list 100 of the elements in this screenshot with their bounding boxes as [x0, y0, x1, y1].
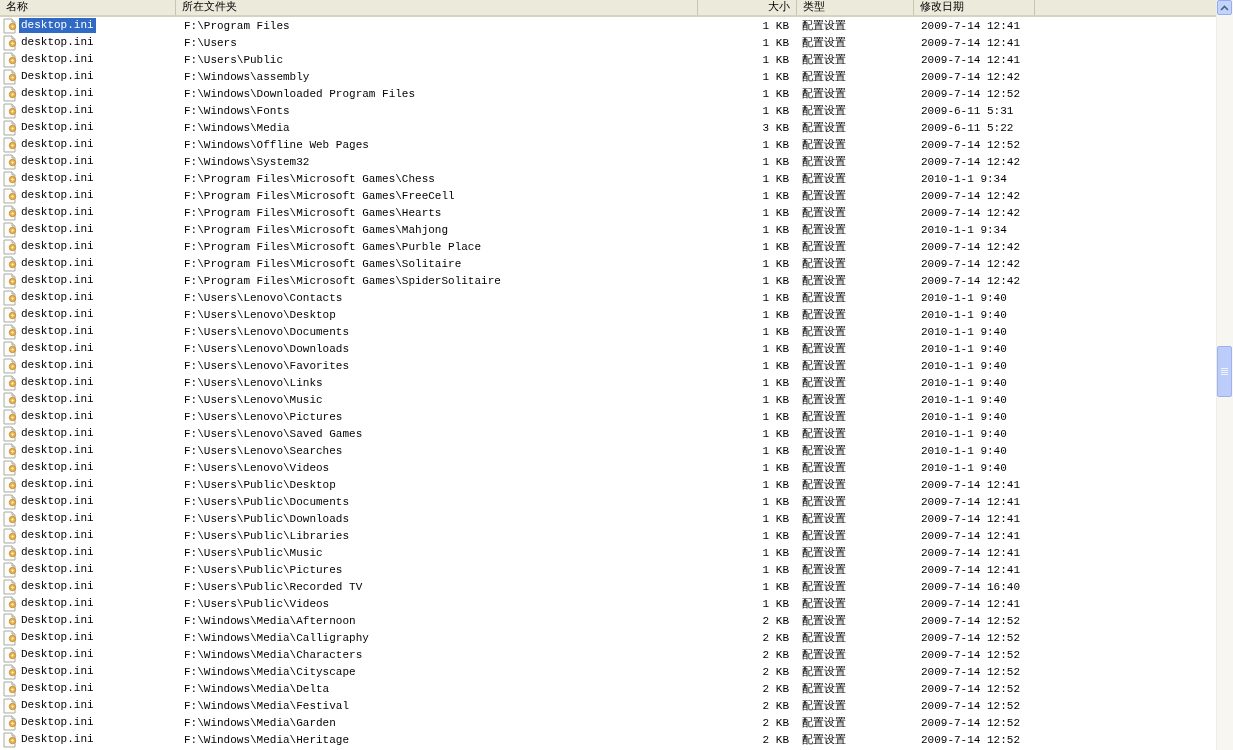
modified-date: 2010-1-1 9:40	[920, 444, 1008, 457]
column-header[interactable]: 大小	[698, 0, 797, 15]
folder-path: F:\Windows\Fonts	[183, 104, 291, 117]
scroll-up-button[interactable]	[1217, 0, 1232, 15]
file-type: 配置设置	[801, 596, 847, 611]
file-size: 1 KB	[761, 359, 790, 372]
folder-path: F:\Users\Lenovo\Searches	[183, 444, 344, 457]
column-header[interactable]: 名称	[0, 0, 176, 15]
folder-path: F:\Windows\assembly	[183, 70, 311, 83]
file-size: 1 KB	[761, 206, 790, 219]
file-name[interactable]: Desktop.ini	[19, 69, 96, 84]
file-name[interactable]: desktop.ini	[19, 545, 96, 560]
file-name[interactable]: desktop.ini	[19, 86, 96, 101]
file-name[interactable]: Desktop.ini	[19, 732, 96, 747]
file-type: 配置设置	[801, 137, 847, 152]
file-name[interactable]: desktop.ini	[19, 358, 96, 373]
file-size: 1 KB	[761, 597, 790, 610]
file-name[interactable]: desktop.ini	[19, 188, 96, 203]
file-name[interactable]: Desktop.ini	[19, 664, 96, 679]
file-type: 配置设置	[801, 358, 847, 373]
file-name[interactable]: Desktop.ini	[19, 647, 96, 662]
file-type: 配置设置	[801, 69, 847, 84]
folder-path: F:\Program Files\Microsoft Games\Purble Place	[183, 240, 483, 253]
file-name[interactable]: desktop.ini	[19, 324, 96, 339]
file-size: 1 KB	[761, 70, 790, 83]
file-name[interactable]: desktop.ini	[19, 171, 96, 186]
folder-path: F:\Users\Public	[183, 53, 285, 66]
modified-date: 2009-7-14 12:42	[920, 240, 1022, 253]
file-type: 配置设置	[801, 494, 847, 509]
file-name[interactable]: Desktop.ini	[19, 120, 96, 135]
file-name[interactable]: Desktop.ini	[19, 613, 96, 628]
column-header[interactable]: 所在文件夹	[176, 0, 698, 15]
file-name[interactable]: desktop.ini	[19, 256, 96, 271]
file-name[interactable]: desktop.ini	[19, 409, 96, 424]
file-type: 配置设置	[801, 477, 847, 492]
file-type: 配置设置	[801, 562, 847, 577]
file-name[interactable]: desktop.ini	[19, 375, 96, 390]
file-size: 1 KB	[761, 495, 790, 508]
file-name[interactable]: desktop.ini	[19, 137, 96, 152]
folder-path: F:\Users\Lenovo\Pictures	[183, 410, 344, 423]
file-type: 配置设置	[801, 426, 847, 441]
modified-date: 2009-7-14 12:52	[920, 682, 1022, 695]
file-type: 配置设置	[801, 545, 847, 560]
file-name[interactable]: desktop.ini	[19, 426, 96, 441]
file-type: 配置设置	[801, 205, 847, 220]
file-name[interactable]: desktop.ini	[19, 205, 96, 220]
modified-date: 2009-7-14 12:42	[920, 257, 1022, 270]
modified-date: 2009-7-14 12:41	[920, 36, 1022, 49]
file-name[interactable]: desktop.ini	[19, 154, 96, 169]
file-name[interactable]: desktop.ini	[19, 103, 96, 118]
file-name[interactable]: desktop.ini	[19, 596, 96, 611]
file-name[interactable]: Desktop.ini	[19, 630, 96, 645]
file-name[interactable]: Desktop.ini	[19, 698, 96, 713]
file-name[interactable]: desktop.ini	[19, 222, 96, 237]
column-header[interactable]: 类型	[797, 0, 914, 15]
file-type: 配置设置	[801, 18, 847, 33]
file-name[interactable]: desktop.ini	[19, 477, 96, 492]
folder-path: F:\Users\Public\Music	[183, 546, 324, 559]
modified-date: 2009-7-14 12:52	[920, 665, 1022, 678]
modified-date: 2010-1-1 9:40	[920, 291, 1008, 304]
file-name[interactable]: Desktop.ini	[19, 715, 96, 730]
caret-up-icon	[1220, 4, 1229, 11]
file-name[interactable]: desktop.ini	[19, 528, 96, 543]
modified-date: 2010-1-1 9:40	[920, 427, 1008, 440]
file-name[interactable]: desktop.ini	[19, 494, 96, 509]
modified-date: 2010-1-1 9:40	[920, 410, 1008, 423]
folder-path: F:\Users\Lenovo\Downloads	[183, 342, 351, 355]
folder-path: F:\Users\Lenovo\Desktop	[183, 308, 337, 321]
modified-date: 2009-7-14 12:52	[920, 138, 1022, 151]
file-size: 1 KB	[761, 342, 790, 355]
file-name[interactable]: desktop.ini	[19, 35, 96, 50]
modified-date: 2009-7-14 12:41	[920, 529, 1022, 542]
file-name[interactable]: desktop.ini	[19, 341, 96, 356]
folder-path: F:\Users\Lenovo\Music	[183, 393, 324, 406]
scroll-thumb[interactable]	[1217, 346, 1232, 397]
file-name[interactable]: desktop.ini	[19, 511, 96, 526]
file-name[interactable]: desktop.ini	[19, 307, 96, 322]
file-size: 1 KB	[761, 172, 790, 185]
file-name[interactable]: desktop.ini	[19, 273, 96, 288]
folder-path: F:\Users\Lenovo\Contacts	[183, 291, 344, 304]
file-size: 1 KB	[761, 36, 790, 49]
file-name[interactable]: Desktop.ini	[19, 681, 96, 696]
modified-date: 2009-7-14 16:40	[920, 580, 1022, 593]
file-name[interactable]: desktop.ini	[19, 460, 96, 475]
file-size: 1 KB	[761, 308, 790, 321]
file-name[interactable]: desktop.ini	[19, 443, 96, 458]
file-name[interactable]: desktop.ini	[19, 52, 96, 67]
column-header[interactable]: 修改日期	[914, 0, 1035, 15]
file-size: 1 KB	[761, 291, 790, 304]
file-name[interactable]: desktop.ini	[19, 579, 96, 594]
file-name[interactable]: desktop.ini	[19, 239, 96, 254]
file-name[interactable]: desktop.ini	[19, 392, 96, 407]
file-type: 配置设置	[801, 511, 847, 526]
folder-path: F:\Windows\Media\Characters	[183, 648, 364, 661]
modified-date: 2009-7-14 12:52	[920, 87, 1022, 100]
folder-path: F:\Windows\Media\Garden	[183, 716, 337, 729]
file-size: 1 KB	[761, 478, 790, 491]
file-name[interactable]: desktop.ini	[19, 290, 96, 305]
file-name[interactable]: desktop.ini	[19, 562, 96, 577]
file-name[interactable]: desktop.ini	[19, 18, 96, 33]
